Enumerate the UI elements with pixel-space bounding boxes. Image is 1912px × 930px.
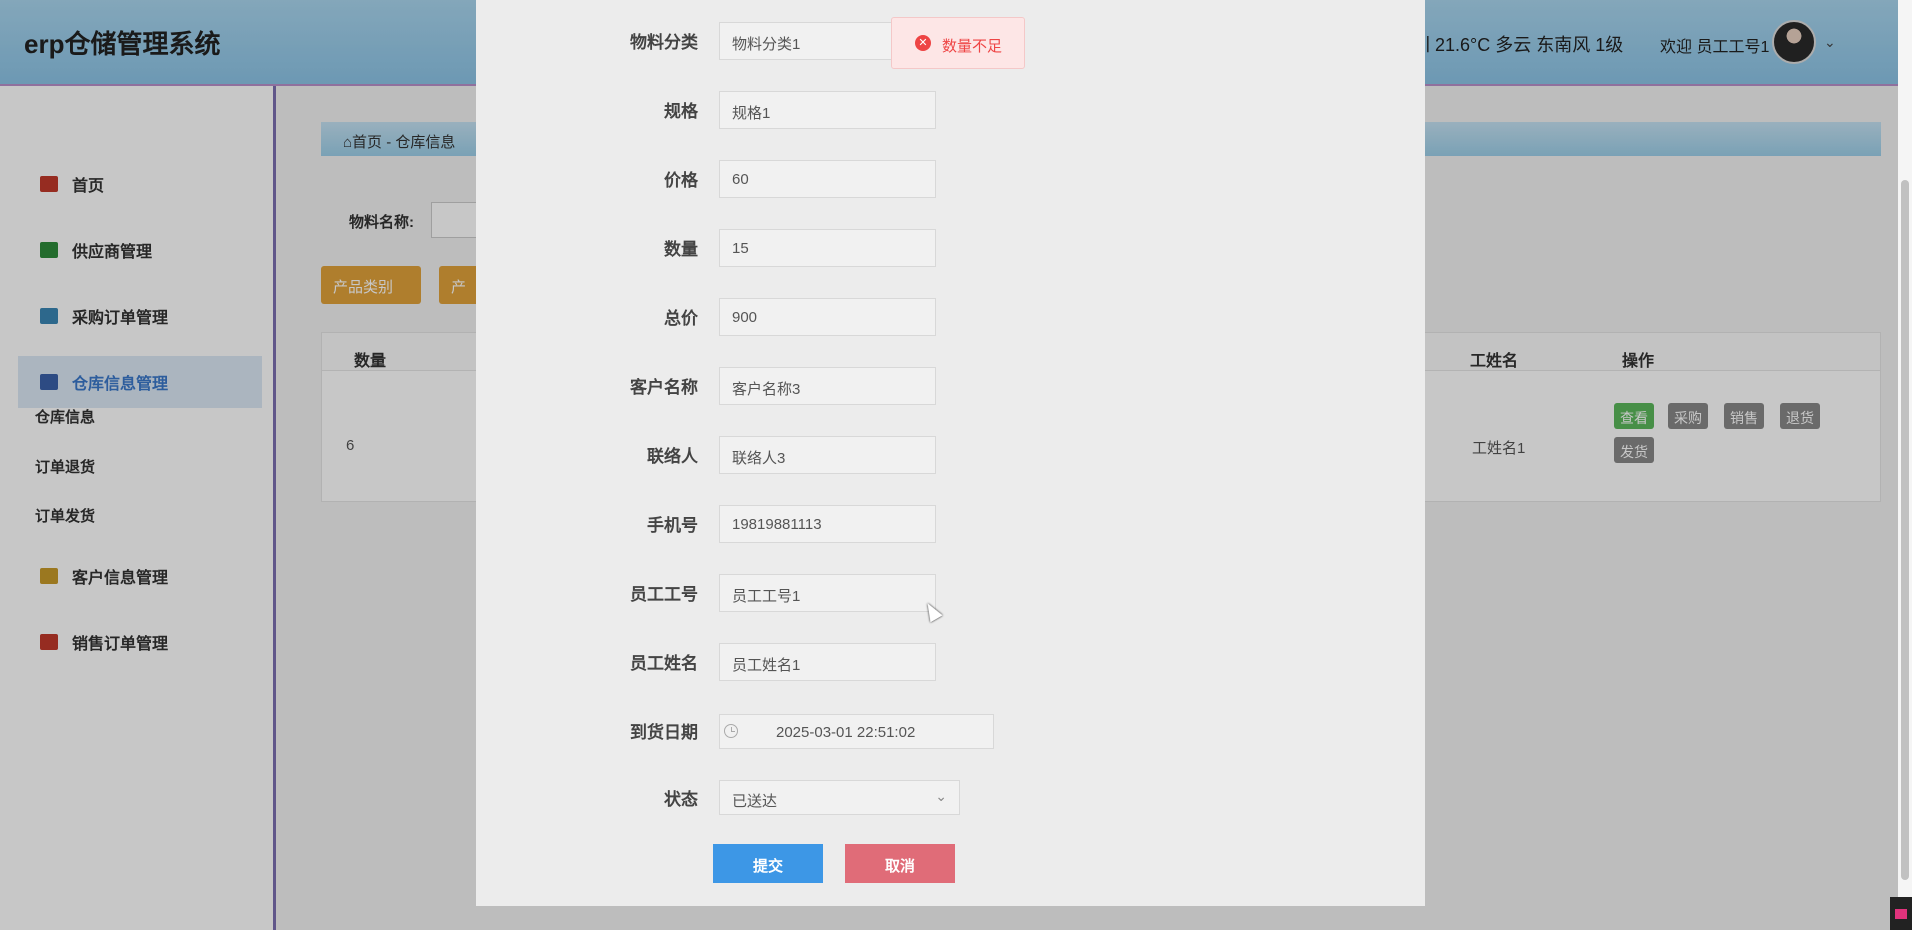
field-label-quantity: 数量	[664, 240, 698, 259]
field-label-phone: 手机号	[647, 516, 698, 535]
customer-input[interactable]: 客户名称3	[719, 367, 936, 405]
scrollbar-thumb[interactable]	[1901, 180, 1909, 880]
phone-input[interactable]: 19819881113	[719, 505, 936, 543]
scrollbar[interactable]	[1898, 0, 1912, 930]
toast-message: 数量不足	[942, 38, 1003, 55]
error-circle-icon: ✕	[915, 35, 931, 51]
contact-input[interactable]: 联络人3	[719, 436, 936, 474]
edit-dialog: 物料分类 物料分类1 规格 规格1 价格 60 数量 15 总价 900 客户名…	[476, 0, 1425, 906]
submit-button[interactable]: 提交	[713, 844, 823, 883]
field-label-arrival-date: 到货日期	[630, 723, 698, 742]
error-toast: ✕ 数量不足	[891, 17, 1025, 69]
spec-input[interactable]: 规格1	[719, 91, 936, 129]
field-label-status: 状态	[664, 790, 698, 809]
chevron-down-icon: ⌄	[935, 788, 947, 804]
field-label-total: 总价	[664, 309, 698, 328]
staff-id-input[interactable]: 员工工号1	[719, 574, 936, 612]
quantity-input[interactable]: 15	[719, 229, 936, 267]
staff-name-input[interactable]: 员工姓名1	[719, 643, 936, 681]
field-label-price: 价格	[664, 171, 698, 190]
arrival-date-picker[interactable]: 2025-03-01 22:51:02	[719, 714, 994, 749]
corner-badge-icon	[1890, 897, 1912, 930]
field-label-category: 物料分类	[630, 33, 698, 52]
status-select-value: 已送达	[732, 793, 778, 810]
field-label-spec: 规格	[664, 102, 698, 121]
cancel-button[interactable]: 取消	[845, 844, 955, 883]
price-input[interactable]: 60	[719, 160, 936, 198]
clock-icon	[724, 724, 738, 738]
arrival-date-value: 2025-03-01 22:51:02	[776, 724, 916, 741]
field-label-staff-name: 员工姓名	[630, 654, 698, 673]
field-label-staff-id: 员工工号	[630, 585, 698, 604]
status-select[interactable]: 已送达 ⌄	[719, 780, 960, 815]
field-label-customer: 客户名称	[630, 378, 698, 397]
total-input[interactable]: 900	[719, 298, 936, 336]
field-label-contact: 联络人	[647, 447, 698, 466]
